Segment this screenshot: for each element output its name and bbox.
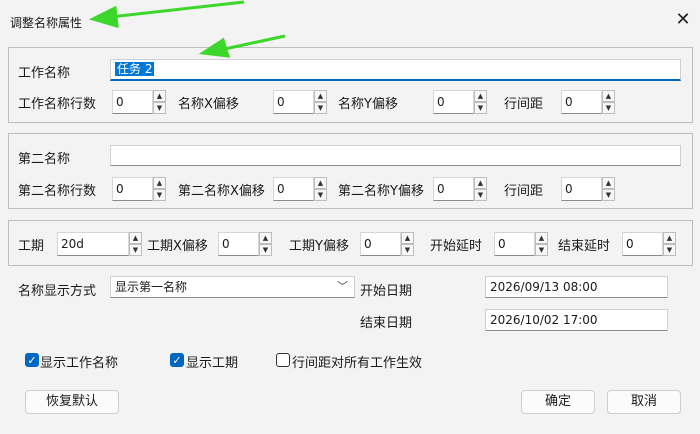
spin-down-icon[interactable]: ▼ xyxy=(314,189,327,201)
work-name-input[interactable]: 任务 2 xyxy=(110,59,681,81)
spinner-value[interactable]: 0 xyxy=(622,232,663,256)
show-duration-checkbox[interactable]: ✓ xyxy=(170,353,184,367)
second-name-x-offset-label: 第二名称X偏移 xyxy=(178,184,265,199)
spin-up-icon[interactable]: ▲ xyxy=(259,232,272,244)
spinner-value[interactable]: 0 xyxy=(112,90,153,114)
start-date-input[interactable]: 2026/09/13 08:00 xyxy=(485,276,668,298)
end-delay-label: 结束延时 xyxy=(558,239,611,254)
spin-up-icon[interactable]: ▲ xyxy=(153,90,166,102)
duration-spinner[interactable]: 20d ▲ ▼ xyxy=(57,232,142,256)
duration-y-offset-label: 工期Y偏移 xyxy=(289,239,349,254)
adjust-name-properties-dialog: 调整名称属性 ✕ 工作名称 任务 2 工作名称行数 0 ▲ ▼ 名称X偏移 0 … xyxy=(0,0,700,434)
spinner-value[interactable]: 0 xyxy=(360,232,401,256)
spinner-value[interactable]: 0 xyxy=(273,90,314,114)
spin-down-icon[interactable]: ▼ xyxy=(663,244,676,256)
ok-button[interactable]: 确定 xyxy=(521,390,595,414)
spacing-all-label[interactable]: 行间距对所有工作生效 xyxy=(292,352,422,371)
spin-up-icon[interactable]: ▲ xyxy=(129,232,142,244)
start-delay-spinner[interactable]: 0 ▲ ▼ xyxy=(494,232,548,256)
spin-up-icon[interactable]: ▲ xyxy=(401,232,414,244)
spin-up-icon[interactable]: ▲ xyxy=(535,232,548,244)
cancel-button[interactable]: 取消 xyxy=(607,390,681,414)
name-x-offset-label: 名称X偏移 xyxy=(178,97,239,112)
name-x-offset-spinner[interactable]: 0 ▲ ▼ xyxy=(273,90,327,114)
duration-x-offset-spinner[interactable]: 0 ▲ ▼ xyxy=(218,232,272,256)
work-name-lines-spinner[interactable]: 0 ▲ ▼ xyxy=(112,90,166,114)
start-date-label: 开始日期 xyxy=(360,284,413,299)
name-display-mode-label: 名称显示方式 xyxy=(18,284,97,299)
second-line-spacing-label: 行间距 xyxy=(504,184,544,199)
second-name-lines-spinner[interactable]: 0 ▲ ▼ xyxy=(112,177,166,201)
spinner-value[interactable]: 0 xyxy=(433,177,474,201)
name-y-offset-label: 名称Y偏移 xyxy=(338,97,398,112)
duration-x-offset-label: 工期X偏移 xyxy=(147,239,208,254)
second-name-y-offset-spinner[interactable]: 0 ▲ ▼ xyxy=(433,177,487,201)
spin-down-icon[interactable]: ▼ xyxy=(259,244,272,256)
spin-down-icon[interactable]: ▼ xyxy=(602,102,615,114)
show-work-name-checkbox[interactable]: ✓ xyxy=(25,353,39,367)
spin-down-icon[interactable]: ▼ xyxy=(314,102,327,114)
start-delay-label: 开始延时 xyxy=(430,239,483,254)
spin-up-icon[interactable]: ▲ xyxy=(474,90,487,102)
title-bar: 调整名称属性 ✕ xyxy=(0,0,700,40)
end-delay-spinner[interactable]: 0 ▲ ▼ xyxy=(622,232,676,256)
work-name-value: 任务 2 xyxy=(115,62,155,76)
duration-y-offset-spinner[interactable]: 0 ▲ ▼ xyxy=(360,232,414,256)
spin-down-icon[interactable]: ▼ xyxy=(153,189,166,201)
spin-up-icon[interactable]: ▲ xyxy=(663,232,676,244)
spin-down-icon[interactable]: ▼ xyxy=(602,189,615,201)
second-name-lines-label: 第二名称行数 xyxy=(18,184,97,199)
spinner-value[interactable]: 0 xyxy=(494,232,535,256)
spin-down-icon[interactable]: ▼ xyxy=(474,189,487,201)
end-date-input[interactable]: 2026/10/02 17:00 xyxy=(485,309,668,331)
spin-up-icon[interactable]: ▲ xyxy=(314,90,327,102)
second-name-x-offset-spinner[interactable]: 0 ▲ ▼ xyxy=(273,177,327,201)
name-display-mode-select[interactable]: 显示第一名称 ﹀ xyxy=(110,276,355,298)
spin-up-icon[interactable]: ▲ xyxy=(602,177,615,189)
show-work-name-label[interactable]: 显示工作名称 xyxy=(40,352,118,371)
work-name-lines-label: 工作名称行数 xyxy=(18,97,97,112)
second-name-label: 第二名称 xyxy=(18,152,71,167)
spin-down-icon[interactable]: ▼ xyxy=(129,244,142,256)
spinner-value[interactable]: 0 xyxy=(561,90,602,114)
reset-defaults-button[interactable]: 恢复默认 xyxy=(25,390,119,414)
spin-down-icon[interactable]: ▼ xyxy=(153,102,166,114)
work-name-label: 工作名称 xyxy=(18,66,71,81)
spin-up-icon[interactable]: ▲ xyxy=(153,177,166,189)
second-name-input[interactable] xyxy=(110,145,681,166)
dialog-title: 调整名称属性 xyxy=(10,16,83,30)
second-name-y-offset-label: 第二名称Y偏移 xyxy=(338,184,424,199)
spin-down-icon[interactable]: ▼ xyxy=(474,102,487,114)
close-icon[interactable]: ✕ xyxy=(674,11,692,29)
line-spacing-spinner[interactable]: 0 ▲ ▼ xyxy=(561,90,615,114)
spacing-all-checkbox[interactable] xyxy=(276,353,290,367)
spinner-value[interactable]: 0 xyxy=(112,177,153,201)
spin-up-icon[interactable]: ▲ xyxy=(474,177,487,189)
spinner-value[interactable]: 0 xyxy=(561,177,602,201)
spinner-value[interactable]: 0 xyxy=(273,177,314,201)
spinner-value[interactable]: 0 xyxy=(433,90,474,114)
chevron-down-icon: ﹀ xyxy=(337,280,348,293)
spin-down-icon[interactable]: ▼ xyxy=(401,244,414,256)
spinner-value[interactable]: 20d xyxy=(57,232,129,256)
name-y-offset-spinner[interactable]: 0 ▲ ▼ xyxy=(433,90,487,114)
spinner-value[interactable]: 0 xyxy=(218,232,259,256)
spin-down-icon[interactable]: ▼ xyxy=(535,244,548,256)
name-display-mode-value: 显示第一名称 xyxy=(115,280,188,294)
duration-label: 工期 xyxy=(18,239,45,254)
show-duration-label[interactable]: 显示工期 xyxy=(186,352,238,371)
second-line-spacing-spinner[interactable]: 0 ▲ ▼ xyxy=(561,177,615,201)
spin-up-icon[interactable]: ▲ xyxy=(314,177,327,189)
end-date-label: 结束日期 xyxy=(360,316,413,331)
spin-up-icon[interactable]: ▲ xyxy=(602,90,615,102)
line-spacing-label: 行间距 xyxy=(504,97,544,112)
